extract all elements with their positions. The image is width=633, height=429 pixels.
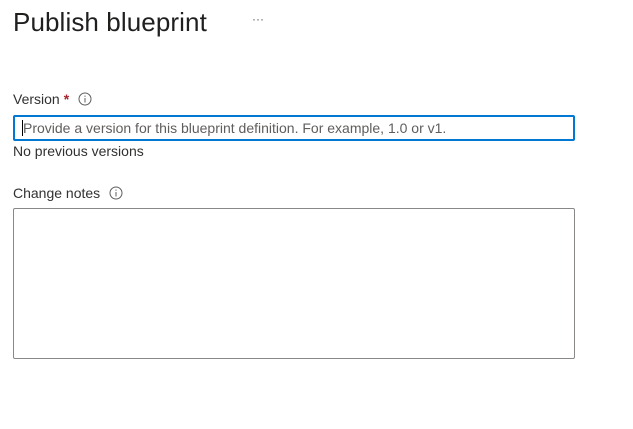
title-row: Publish blueprint <box>13 4 207 40</box>
required-marker: * <box>63 91 70 107</box>
version-label-row: Version * <box>13 91 92 107</box>
info-icon[interactable] <box>109 186 123 200</box>
version-label: Version <box>13 91 60 107</box>
more-options-button[interactable]: ··· <box>250 12 266 28</box>
info-icon[interactable] <box>78 92 92 106</box>
publish-blueprint-panel: Publish blueprint ··· Version * No previ… <box>0 0 633 429</box>
change-notes-label-row: Change notes <box>13 185 123 201</box>
version-helper-text: No previous versions <box>13 143 144 159</box>
change-notes-textarea[interactable] <box>13 208 575 359</box>
change-notes-label: Change notes <box>13 185 101 201</box>
version-input[interactable] <box>13 115 575 141</box>
page-title: Publish blueprint <box>13 6 207 37</box>
text-cursor <box>22 120 23 136</box>
